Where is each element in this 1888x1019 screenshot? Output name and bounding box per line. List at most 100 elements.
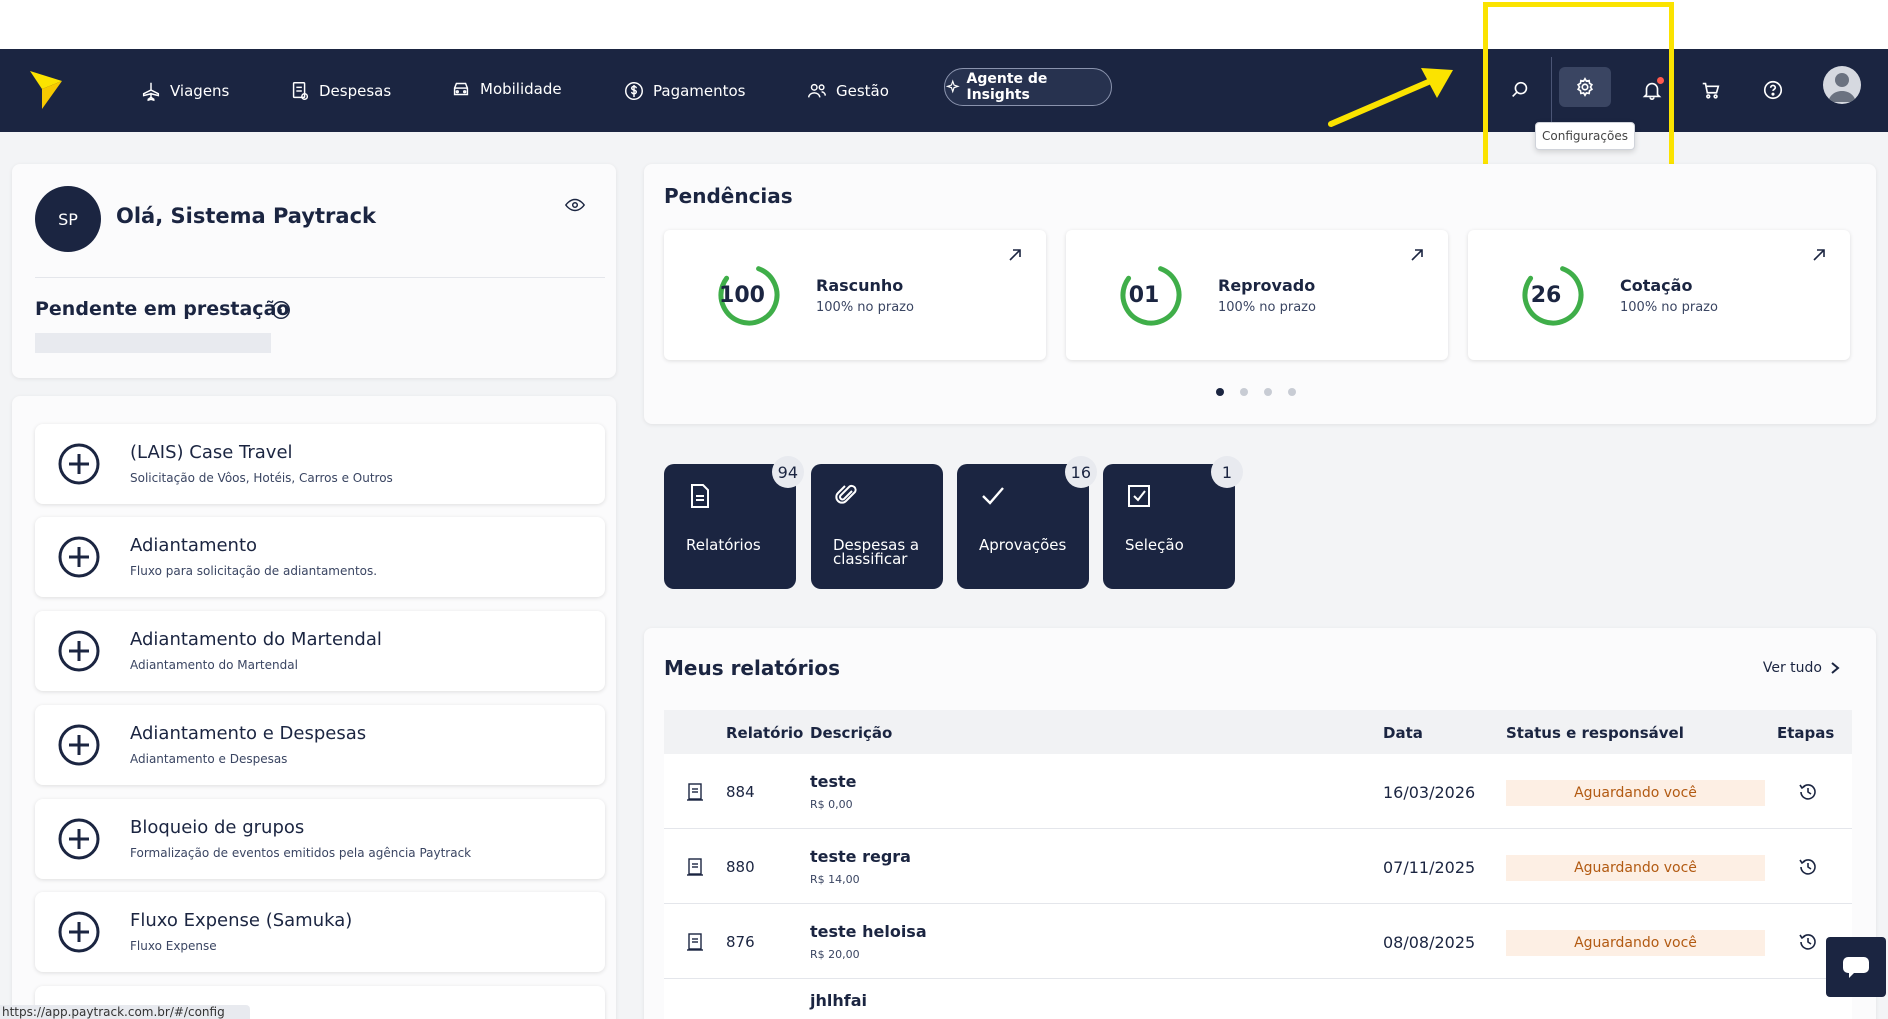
tile-relatorios[interactable]: Relatórios 94 bbox=[664, 456, 804, 589]
pendencia-label: Rascunho bbox=[816, 276, 904, 295]
carousel-dot[interactable] bbox=[1240, 388, 1248, 396]
chat-button[interactable] bbox=[1826, 937, 1886, 997]
check-icon bbox=[982, 487, 1004, 505]
sparkle-icon bbox=[945, 79, 960, 94]
nav-label: Pagamentos bbox=[653, 82, 746, 100]
flow-subtitle: Fluxo Expense bbox=[130, 939, 217, 953]
chevron-right-icon bbox=[1831, 662, 1840, 674]
external-arrow-icon bbox=[1009, 249, 1021, 261]
flow-item[interactable]: Adiantamento e Despesas Adiantamento e D… bbox=[35, 705, 605, 785]
car-icon bbox=[453, 82, 469, 96]
table-row[interactable]: jhlhfai bbox=[664, 979, 1852, 1019]
cart-button[interactable] bbox=[1686, 65, 1736, 115]
flow-title: Fluxo Expense (Samuka) bbox=[130, 910, 353, 931]
pendencia-sub: 100% no prazo bbox=[1620, 300, 1718, 315]
flow-subtitle: Solicitação de Vôos, Hotéis, Carros e Ou… bbox=[130, 471, 393, 485]
flow-item[interactable]: Adiantamento Fluxo para solicitação de a… bbox=[35, 517, 605, 597]
pending-label: Pendente em prestação bbox=[35, 298, 290, 320]
paytrack-logo-icon[interactable] bbox=[28, 67, 64, 111]
tile-selecao[interactable]: Seleção 1 bbox=[1103, 456, 1243, 589]
nav-label: Viagens bbox=[170, 82, 230, 100]
carousel-dot[interactable] bbox=[1216, 388, 1224, 396]
row-id: 880 bbox=[726, 858, 755, 876]
user-icon bbox=[1828, 73, 1856, 102]
insights-agent-button[interactable]: Agente de Insights bbox=[944, 68, 1112, 106]
col-status: Status e responsável bbox=[1506, 724, 1684, 742]
row-description: jhlhfai bbox=[810, 991, 867, 1010]
row-date: 16/03/2026 bbox=[1383, 783, 1476, 802]
tile-despesas-classificar[interactable]: Despesas a classificar bbox=[811, 464, 943, 589]
status-badge: Aguardando você bbox=[1506, 855, 1765, 881]
flow-subtitle: Formalização de eventos emitidos pela ag… bbox=[130, 846, 472, 860]
users-icon bbox=[808, 83, 826, 98]
pendencia-label: Reprovado bbox=[1218, 276, 1316, 295]
flow-item[interactable]: Bloqueio de grupos Formalização de event… bbox=[35, 799, 605, 879]
flow-subtitle: Fluxo para solicitação de adiantamentos. bbox=[130, 564, 378, 578]
user-avatar[interactable] bbox=[1823, 66, 1861, 104]
nav-viagens[interactable]: Viagens bbox=[140, 74, 229, 108]
row-description: teste bbox=[810, 772, 857, 791]
nav-gestao[interactable]: Gestão bbox=[806, 74, 889, 108]
relatorios-card: Meus relatórios Ver tudo Relatório Descr… bbox=[644, 628, 1876, 1019]
flow-title: Bloqueio de grupos bbox=[130, 817, 305, 838]
nav-label: Gestão bbox=[836, 82, 889, 100]
flow-item[interactable]: Adiantamento do Martendal Adiantamento d… bbox=[35, 611, 605, 691]
add-circle-icon bbox=[58, 724, 100, 766]
question-icon bbox=[1763, 80, 1783, 100]
row-value: R$ 14,00 bbox=[810, 873, 860, 886]
flow-title: Adiantamento do Martendal bbox=[130, 629, 382, 650]
history-icon[interactable] bbox=[1798, 932, 1818, 952]
pendencia-label: Cotação bbox=[1620, 276, 1693, 295]
greeting-card: SP Olá, Sistema Paytrack Pendente em pre… bbox=[12, 164, 616, 378]
row-value: R$ 0,00 bbox=[810, 798, 853, 811]
add-circle-icon bbox=[58, 818, 100, 860]
nav-label: Mobilidade bbox=[480, 80, 562, 98]
table-row[interactable]: 876 teste heloisa R$ 20,00 08/08/2025 Ag… bbox=[664, 904, 1852, 979]
pendencia-reprovado[interactable]: 01 Reprovado 100% no prazo bbox=[1066, 230, 1448, 360]
pendencia-sub: 100% no prazo bbox=[1218, 300, 1316, 315]
history-icon[interactable] bbox=[1798, 857, 1818, 877]
nav-pagamentos[interactable]: Pagamentos bbox=[623, 74, 746, 108]
eye-icon[interactable] bbox=[564, 194, 586, 216]
tile-badge: 1 bbox=[1211, 456, 1243, 488]
user-initials-avatar: SP bbox=[35, 186, 101, 252]
table-row[interactable]: 880 teste regra R$ 14,00 07/11/2025 Agua… bbox=[664, 829, 1852, 904]
add-circle-icon bbox=[58, 630, 100, 672]
nav-mobilidade[interactable]: Mobilidade bbox=[450, 72, 562, 106]
report-icon bbox=[687, 933, 703, 951]
see-all-link[interactable]: Ver tudo bbox=[1763, 660, 1840, 676]
history-icon[interactable] bbox=[1798, 782, 1818, 802]
divider bbox=[35, 277, 605, 278]
report-icon bbox=[687, 783, 703, 801]
nav-despesas[interactable]: Despesas bbox=[289, 74, 391, 108]
flow-title: (LAIS) Case Travel bbox=[130, 442, 293, 463]
row-value: R$ 20,00 bbox=[810, 948, 860, 961]
carousel-dot[interactable] bbox=[1264, 388, 1272, 396]
tile-badge: 16 bbox=[1064, 456, 1097, 488]
tile-badge: 94 bbox=[771, 456, 804, 488]
status-url: https://app.paytrack.com.br/#/config bbox=[0, 1005, 250, 1019]
flow-subtitle: Adiantamento e Despesas bbox=[130, 752, 288, 766]
flow-item[interactable]: (LAIS) Case Travel Solicitação de Vôos, … bbox=[35, 424, 605, 504]
dollar-icon bbox=[625, 82, 643, 100]
tile-aprovacoes[interactable]: Aprovações 16 bbox=[957, 456, 1097, 589]
table-row[interactable]: 884 teste R$ 0,00 16/03/2026 Aguardando … bbox=[664, 754, 1852, 829]
flow-item[interactable]: Fluxo Expense (Samuka) Fluxo Expense bbox=[35, 892, 605, 972]
info-icon[interactable] bbox=[270, 299, 292, 321]
status-badge: Aguardando você bbox=[1506, 930, 1765, 956]
help-button[interactable] bbox=[1748, 65, 1798, 115]
status-badge: Aguardando você bbox=[1506, 780, 1765, 806]
row-date: 08/08/2025 bbox=[1383, 933, 1476, 952]
pendencias-card: Pendências 100 Rascunho 100% no prazo 01… bbox=[644, 164, 1876, 424]
pendencia-rascunho[interactable]: 100 Rascunho 100% no prazo bbox=[664, 230, 1046, 360]
external-arrow-icon bbox=[1813, 249, 1825, 261]
carousel-dot[interactable] bbox=[1288, 388, 1296, 396]
plane-icon bbox=[142, 82, 160, 102]
report-icon bbox=[687, 858, 703, 876]
pendencia-cotacao[interactable]: 26 Cotação 100% no prazo bbox=[1468, 230, 1850, 360]
carousel-dots bbox=[1216, 388, 1296, 396]
col-relatorio: Relatório bbox=[726, 724, 804, 742]
chat-icon bbox=[1843, 957, 1869, 978]
add-circle-icon bbox=[58, 911, 100, 953]
checkbox-icon bbox=[1128, 485, 1150, 507]
